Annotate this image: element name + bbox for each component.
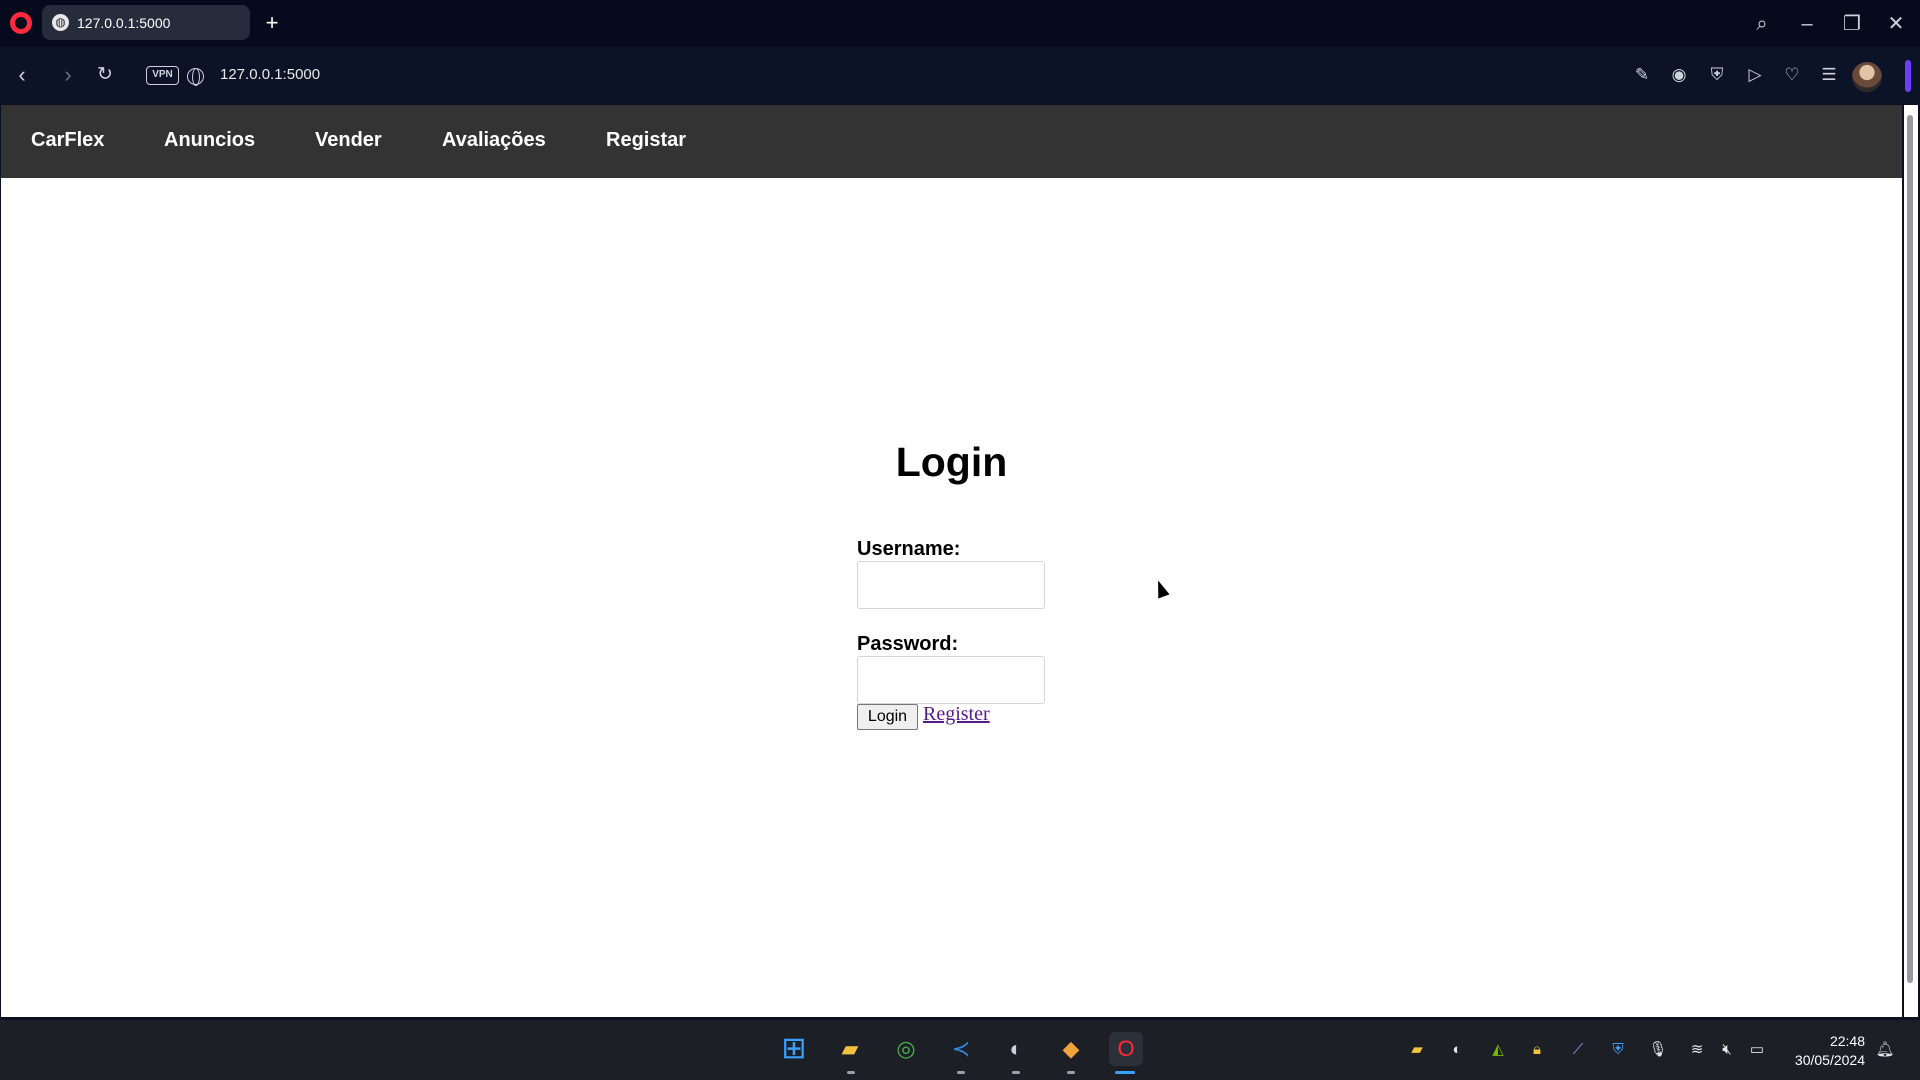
tray-nvidia-icon[interactable]: ◭: [1488, 1040, 1508, 1060]
opera-taskbar-icon[interactable]: O: [1109, 1032, 1143, 1066]
scrollbar-thumb[interactable]: [1907, 115, 1913, 983]
volume-muted-icon[interactable]: 🔇︎: [1717, 1040, 1737, 1060]
back-arrow-icon[interactable]: ‹: [10, 62, 34, 88]
nav-item-anuncios[interactable]: Anuncios: [164, 129, 255, 152]
taskbar-clock[interactable]: 22:48 30/05/2024: [1785, 1032, 1865, 1070]
site-navbar: CarFlex Anuncios Vender Avaliações Regis…: [1, 105, 1902, 178]
windows-start-icon[interactable]: ⊞: [777, 1032, 811, 1066]
nav-item-vender[interactable]: Vender: [315, 129, 382, 152]
page-viewport: CarFlex Anuncios Vender Avaliações Regis…: [1, 105, 1902, 1017]
snapshot-camera-icon[interactable]: ◉: [1667, 63, 1691, 87]
username-label: Username:: [857, 538, 961, 560]
password-input[interactable]: [857, 656, 1045, 704]
battery-icon[interactable]: ▭: [1747, 1040, 1767, 1060]
adblock-shield-icon[interactable]: ⛨: [1705, 63, 1729, 87]
url-field[interactable]: 127.0.0.1:5000: [220, 66, 320, 83]
wifi-icon[interactable]: ≋: [1687, 1040, 1707, 1060]
vscode-icon[interactable]: ≺: [944, 1032, 978, 1066]
opera-menu-icon[interactable]: [10, 12, 32, 34]
notification-bell-icon[interactable]: 🔔︎: [1875, 1040, 1895, 1060]
password-label: Password:: [857, 633, 959, 655]
page-title: Login: [895, 439, 1008, 485]
nav-brand-carflex[interactable]: CarFlex: [31, 129, 104, 152]
tray-folder-icon[interactable]: ▰: [1407, 1040, 1427, 1060]
vpn-badge[interactable]: VPN: [146, 66, 179, 85]
running-indicator: [1012, 1071, 1020, 1074]
site-info-globe-icon[interactable]: [187, 68, 204, 86]
tray-microphone-icon[interactable]: 🎙︎: [1648, 1040, 1668, 1060]
tray-pen-icon[interactable]: ⟋: [1568, 1040, 1588, 1060]
register-link[interactable]: Register: [923, 703, 990, 726]
tray-obs-icon[interactable]: ◐: [1447, 1040, 1467, 1060]
restore-icon[interactable]: ❐: [1838, 10, 1866, 38]
username-input[interactable]: [857, 561, 1045, 609]
globe-favicon-icon: ◍: [52, 14, 69, 31]
minimize-icon[interactable]: –: [1793, 10, 1821, 38]
tray-defender-shield-icon[interactable]: ⛨: [1608, 1040, 1628, 1060]
running-indicator: [957, 1071, 965, 1074]
nav-item-avaliacoes[interactable]: Avaliações: [442, 129, 546, 152]
sublime-merge-icon[interactable]: ◆: [1054, 1032, 1088, 1066]
browser-tab-strip: ◍ 127.0.0.1:5000 + ⌕ – ❐ ✕: [0, 0, 1920, 47]
close-window-icon[interactable]: ✕: [1882, 10, 1910, 38]
share-edit-icon[interactable]: ✎: [1630, 63, 1654, 87]
tab-title: 127.0.0.1:5000: [77, 14, 171, 31]
clock-time: 22:48: [1829, 1033, 1865, 1049]
clock-date: 30/05/2024: [1794, 1052, 1865, 1068]
login-button[interactable]: Login: [857, 704, 918, 730]
mouse-cursor-icon: [1152, 578, 1170, 599]
favorites-heart-icon[interactable]: ♡: [1780, 63, 1804, 87]
easy-setup-menu-icon[interactable]: ☰: [1817, 63, 1841, 87]
sidebar-accent[interactable]: [1905, 60, 1911, 92]
forward-arrow-icon[interactable]: ›: [56, 62, 80, 88]
active-app-indicator: [1115, 1071, 1135, 1074]
nav-item-registar[interactable]: Registar: [606, 129, 686, 152]
search-tabs-icon[interactable]: ⌕: [1748, 10, 1776, 38]
reload-icon[interactable]: ↻: [93, 62, 117, 88]
file-explorer-icon[interactable]: ▰: [833, 1032, 867, 1066]
new-tab-plus-icon[interactable]: +: [260, 12, 284, 36]
running-indicator: [1067, 1071, 1075, 1074]
obs-icon[interactable]: ◐: [999, 1032, 1033, 1066]
tray-lock-icon[interactable]: 🔒︎: [1527, 1040, 1547, 1060]
chrome-icon[interactable]: ◎: [889, 1032, 923, 1066]
browser-tab-active[interactable]: ◍ 127.0.0.1:5000: [42, 5, 250, 40]
running-indicator: [847, 1071, 855, 1074]
profile-avatar[interactable]: [1852, 62, 1882, 92]
player-play-icon[interactable]: ▷: [1743, 63, 1767, 87]
